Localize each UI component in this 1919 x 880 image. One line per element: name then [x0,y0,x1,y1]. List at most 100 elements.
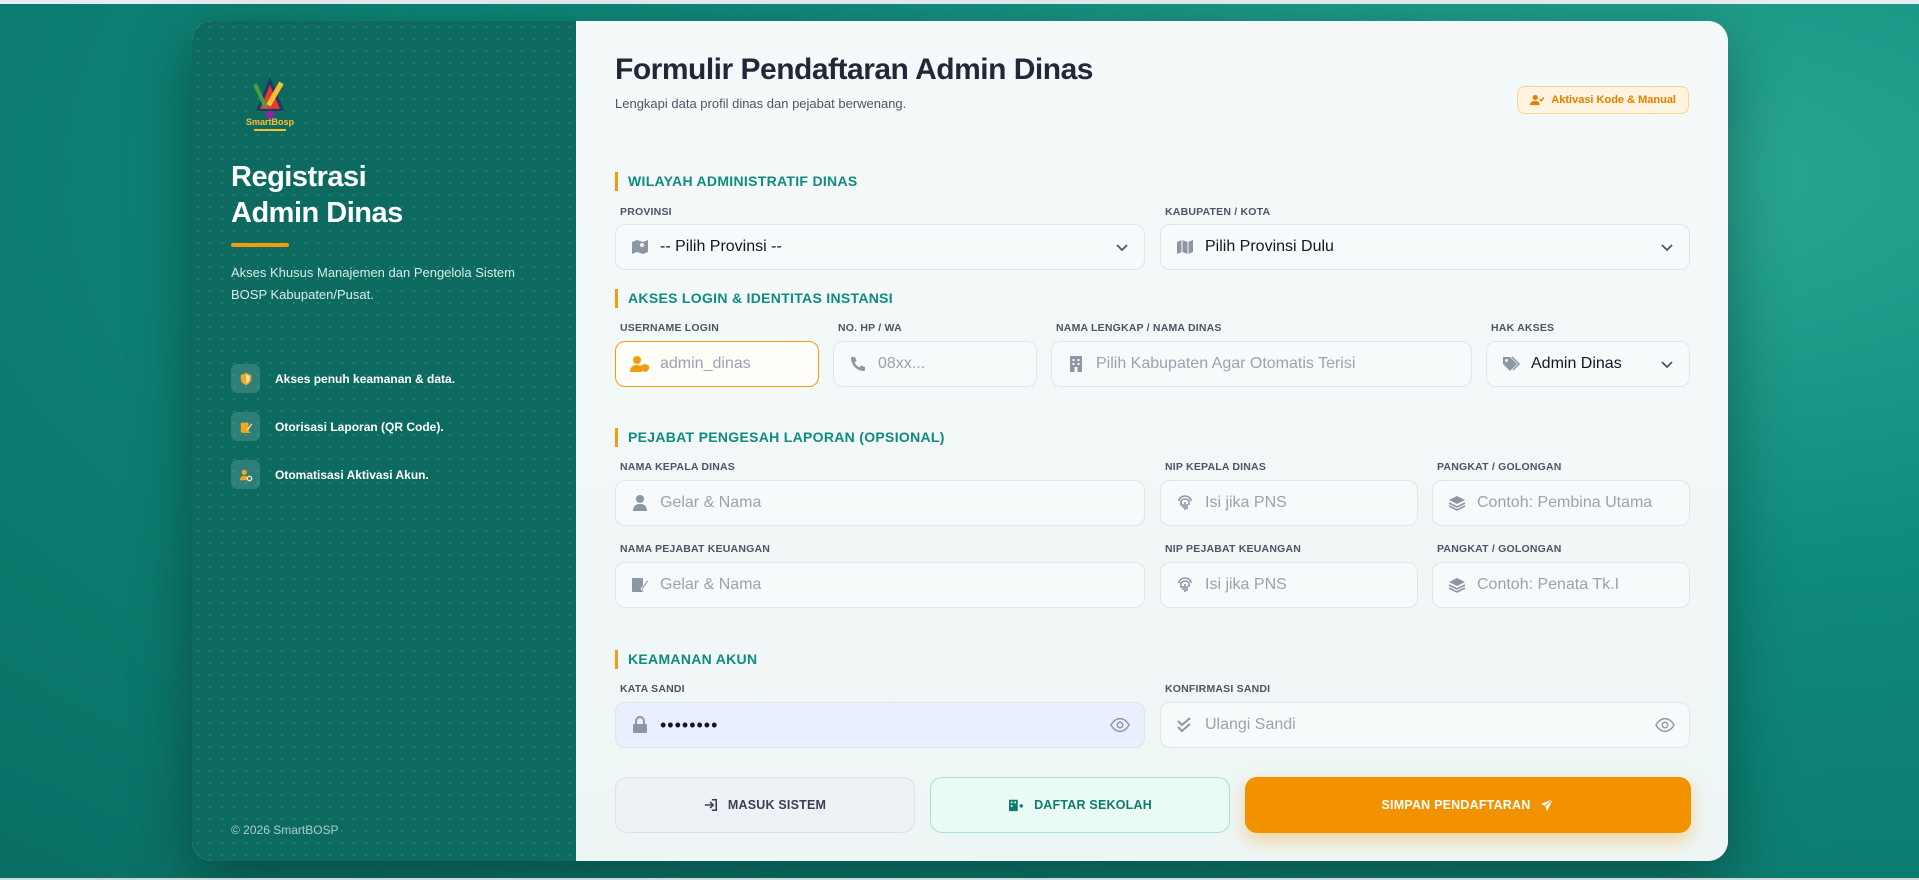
keu-pangkat-field[interactable] [1432,562,1690,608]
signature-icon [630,575,650,595]
feature-item-security: Akses penuh keamanan & data. [231,364,455,393]
form-panel: Formulir Pendaftaran Admin Dinas Lengkap… [576,21,1728,861]
kepala-nip-field[interactable] [1160,480,1418,526]
confirm-password-field[interactable] [1160,702,1690,748]
user-tie-icon [630,493,650,513]
chevron-down-icon [1661,361,1673,369]
keu-nama-input[interactable] [660,576,1130,594]
login-button[interactable]: MASUK SISTEM [615,777,915,833]
copyright: © 2026 SmartBOSP [231,823,339,837]
paper-plane-icon [1541,798,1554,812]
tags-icon [1501,354,1521,374]
user-gear-icon [231,460,260,489]
feature-label: Akses penuh keamanan & data. [275,371,456,386]
feature-item-qr: Otorisasi Laporan (QR Code). [231,412,444,441]
keu-nama-field[interactable] [615,562,1145,608]
kabupaten-value: Pilih Provinsi Dulu [1205,238,1334,255]
fingerprint-icon [1175,493,1195,513]
kepala-nama-field[interactable] [615,480,1145,526]
shield-icon [231,364,260,393]
smartbosp-logo: SmartBosp [246,77,295,131]
phone-icon [848,354,868,374]
username-field[interactable] [615,341,819,387]
save-button-label: SIMPAN PENDAFTARAN [1381,798,1531,812]
register-school-label: DAFTAR SEKOLAH [1034,798,1152,812]
section-heading-keamanan: KEAMANAN AKUN [615,650,757,669]
browser-top-strip [0,0,1919,4]
hak-akses-select[interactable]: Admin Dinas [1486,341,1690,387]
registration-card: SmartBosp Registrasi Admin Dinas Akses K… [192,21,1728,861]
hp-field[interactable] [833,341,1037,387]
confirm-password-input[interactable] [1205,716,1645,734]
keu-nip-input[interactable] [1205,576,1403,594]
section-heading-wilayah: WILAYAH ADMINISTRATIF DINAS [615,172,858,191]
chevron-down-icon [1661,244,1673,252]
page-subtitle: Lengkapi data profil dinas dan pejabat b… [615,96,907,111]
keu-nip-label: NIP PEJABAT KEUANGAN [1165,543,1302,555]
chevron-down-icon [1116,244,1128,252]
kepala-nip-input[interactable] [1205,494,1403,512]
sign-in-icon [704,798,717,812]
double-check-icon [1175,715,1195,735]
nama-dinas-field[interactable] [1051,341,1472,387]
hp-input[interactable] [878,355,1022,373]
sidebar-panel: SmartBosp Registrasi Admin Dinas Akses K… [192,21,576,861]
sidebar-description: Akses Khusus Manajemen dan Pengelola Sis… [231,265,515,302]
nama-dinas-label: NAMA LENGKAP / NAMA DINAS [1056,322,1222,334]
sidebar-title-line1: Registrasi [231,161,367,193]
eye-icon[interactable] [1655,715,1675,735]
konfirmasi-label: KONFIRMASI SANDI [1165,683,1271,695]
feature-label: Otorisasi Laporan (QR Code). [275,419,444,434]
hak-akses-label: HAK AKSES [1491,322,1555,334]
kabupaten-label: KABUPATEN / KOTA [1165,206,1271,218]
provinsi-label: PROVINSI [620,206,672,218]
svg-text:SmartBosp: SmartBosp [246,117,295,127]
kepala-pangkat-label: PANGKAT / GOLONGAN [1437,461,1562,473]
school-icon [1009,799,1024,812]
save-registration-button[interactable]: SIMPAN PENDAFTARAN [1245,777,1691,833]
signature-icon [231,412,260,441]
keu-pangkat-label: PANGKAT / GOLONGAN [1437,543,1562,555]
section-heading-akses: AKSES LOGIN & IDENTITAS INSTANSI [615,289,893,308]
provinsi-value: -- Pilih Provinsi -- [660,238,782,255]
map-icon [1175,237,1195,257]
sidebar-title-line2: Admin Dinas [231,197,403,229]
nama-dinas-input[interactable] [1096,355,1457,373]
eye-icon[interactable] [1110,715,1130,735]
register-school-button[interactable]: DAFTAR SEKOLAH [930,777,1230,833]
login-button-label: MASUK SISTEM [727,798,827,812]
kabupaten-select[interactable]: Pilih Provinsi Dulu [1160,224,1690,270]
kepala-nama-input[interactable] [660,494,1130,512]
sandi-label: KATA SANDI [620,683,685,695]
username-input[interactable] [660,355,804,373]
section-heading-pejabat: PEJABAT PENGESAH LAPORAN (OPSIONAL) [615,428,945,447]
kepala-pangkat-input[interactable] [1477,494,1675,512]
hp-label: NO. HP / WA [838,322,902,334]
kepala-nip-label: NIP KEPALA DINAS [1165,461,1267,473]
layers-icon [1447,493,1467,513]
feature-label: Otomatisasi Aktivasi Akun. [275,467,429,482]
keu-nip-field[interactable] [1160,562,1418,608]
fingerprint-icon [1175,575,1195,595]
badge-label: Aktivasi Kode & Manual [1551,94,1676,106]
kepala-pangkat-field[interactable] [1432,480,1690,526]
hak-akses-value: Admin Dinas [1531,355,1622,372]
title-underline [231,243,289,247]
sidebar-title: Registrasi Admin Dinas [231,159,551,231]
map-pin-icon [630,237,650,257]
layers-icon [1447,575,1467,595]
lock-icon [630,715,650,735]
user-check-icon [1530,94,1545,106]
keu-nama-label: NAMA PEJABAT KEUANGAN [620,543,771,555]
feature-item-activation: Otomatisasi Aktivasi Akun. [231,460,429,489]
kepala-nama-label: NAMA KEPALA DINAS [620,461,736,473]
provinsi-select[interactable]: -- Pilih Provinsi -- [615,224,1145,270]
keu-pangkat-input[interactable] [1477,576,1675,594]
username-label: USERNAME LOGIN [620,322,720,334]
building-icon [1066,354,1086,374]
password-field[interactable]: •••••••• [615,702,1145,748]
activation-badge[interactable]: Aktivasi Kode & Manual [1517,86,1689,114]
user-shield-icon [630,354,650,374]
password-value: •••••••• [660,714,719,735]
page-title: Formulir Pendaftaran Admin Dinas [615,53,1093,86]
